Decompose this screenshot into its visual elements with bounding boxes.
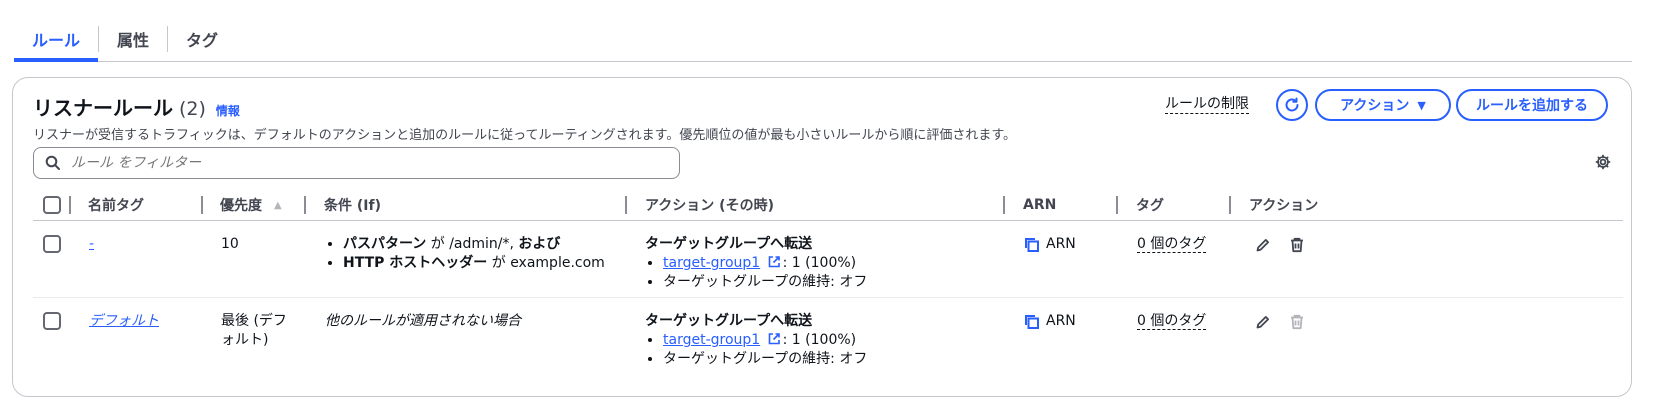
copy-arn-button[interactable]: ARN [1024, 312, 1076, 331]
edit-icon[interactable] [1255, 314, 1271, 330]
copy-icon [1025, 237, 1039, 252]
row-checkbox[interactable] [43, 312, 61, 330]
stickiness-item: ターゲットグループの維持: オフ [663, 350, 867, 369]
panel-header: リスナールール (2) 情報 [33, 92, 240, 121]
action-cell: ターゲットグループへ転送 target-group1 : 1 (100%) ター… [645, 312, 867, 369]
refresh-icon [1285, 97, 1299, 112]
tags-popover-trigger[interactable]: 0 個のタグ [1137, 236, 1207, 253]
sort-ascending-icon: ▲ [274, 199, 282, 211]
row-checkbox[interactable] [43, 235, 61, 253]
column-header-actions: アクション [1249, 198, 1319, 214]
column-divider[interactable] [1116, 196, 1118, 214]
arn-label: ARN [1046, 236, 1076, 252]
priority-line: 最後 (デフ [221, 313, 287, 329]
condition-text: 他のルールが適用されない場合 [325, 313, 521, 329]
delete-icon [1289, 314, 1305, 330]
tab-tags[interactable]: タグ [168, 17, 236, 61]
add-rule-button-label: ルールを追加する [1476, 98, 1588, 114]
external-link-icon [768, 256, 780, 268]
edit-icon[interactable] [1255, 237, 1271, 253]
condition-key: HTTP ホストヘッダー [343, 255, 488, 271]
condition-conjunction: および [518, 236, 561, 252]
priority-header-label: 優先度 [220, 198, 262, 214]
search-icon [45, 155, 61, 171]
tags-popover-trigger[interactable]: 0 個のタグ [1137, 313, 1207, 330]
condition-key: パスパターン [343, 236, 427, 252]
condition-operator: が [430, 236, 445, 252]
table-row: デフォルト 最後 (デフ ォルト) 他のルールが適用されない場合 ターゲットグル… [33, 298, 1623, 374]
caret-down-icon: ▼ [1417, 98, 1426, 112]
column-header-name-tag[interactable]: 名前タグ [88, 190, 144, 220]
refresh-button[interactable] [1276, 89, 1308, 121]
column-header-arn[interactable]: ARN [1023, 190, 1056, 220]
condition-item: パスパターン が /admin/*, および [343, 235, 605, 254]
row-actions [1255, 314, 1305, 330]
column-divider[interactable] [1229, 196, 1231, 214]
select-all-checkbox[interactable] [43, 196, 61, 214]
row-select-cell [43, 312, 61, 330]
info-link[interactable]: 情報 [216, 102, 240, 119]
actions-button-label: アクション [1340, 98, 1410, 114]
panel-title: リスナールール [33, 96, 173, 120]
column-header-condition[interactable]: 条件 (If) [324, 190, 381, 220]
tab-bar: ルール 属性 タグ [14, 14, 1632, 62]
action-title: ターゲットグループへ転送 [645, 236, 813, 252]
select-all-cell [43, 190, 61, 220]
column-divider[interactable] [69, 196, 71, 214]
condition-value: /admin/*, [449, 236, 514, 252]
delete-icon[interactable] [1289, 237, 1305, 253]
stickiness-item: ターゲットグループの維持: オフ [663, 273, 867, 292]
action-target-item: target-group1 : 1 (100%) [663, 331, 867, 350]
arn-label: ARN [1046, 313, 1076, 329]
row-actions [1255, 237, 1305, 253]
filter-box [33, 147, 680, 179]
priority-value: 最後 (デフ ォルト) [221, 312, 287, 350]
priority-value: 10 [221, 236, 239, 252]
target-weight: : 1 (100%) [782, 255, 857, 271]
target-group-link[interactable]: target-group1 [663, 255, 760, 271]
condition-value: example.com [510, 255, 605, 271]
rule-name-link[interactable]: - [89, 236, 94, 252]
table-header: 名前タグ 優先度 ▲ 条件 (If) アクション (その時) ARN タグ アク… [33, 190, 1623, 221]
action-title: ターゲットグループへ転送 [645, 313, 813, 329]
column-divider[interactable] [625, 196, 627, 214]
target-weight: : 1 (100%) [782, 332, 857, 348]
column-header-action[interactable]: アクション (その時) [645, 190, 774, 220]
copy-icon [1025, 314, 1039, 329]
tab-rules[interactable]: ルール [14, 17, 99, 62]
condition-operator: が [491, 255, 506, 271]
column-header-priority[interactable]: 優先度 ▲ [220, 190, 282, 220]
tab-attributes[interactable]: 属性 [99, 17, 167, 61]
priority-line: ォルト) [221, 332, 269, 348]
rule-name-link[interactable]: デフォルト [89, 313, 159, 329]
column-divider[interactable] [304, 196, 306, 214]
action-cell: ターゲットグループへ転送 target-group1 : 1 (100%) ター… [645, 235, 867, 292]
condition-item: HTTP ホストヘッダー が example.com [343, 254, 605, 273]
target-group-link[interactable]: target-group1 [663, 332, 760, 348]
add-rule-button[interactable]: ルールを追加する [1456, 89, 1608, 121]
condition-cell: パスパターン が /admin/*, および HTTP ホストヘッダー が ex… [325, 235, 605, 273]
copy-arn-button[interactable]: ARN [1024, 235, 1076, 254]
column-divider[interactable] [201, 196, 203, 214]
rule-count: (2) [179, 98, 206, 120]
action-target-item: target-group1 : 1 (100%) [663, 254, 867, 273]
filter-input[interactable] [69, 154, 653, 172]
row-select-cell [43, 235, 61, 253]
column-header-tags[interactable]: タグ [1136, 190, 1164, 220]
listener-rules-panel: リスナールール (2) 情報 リスナーが受信するトラフィックは、デフォルトのアク… [12, 77, 1632, 397]
external-link-icon [768, 333, 780, 345]
panel-description: リスナーが受信するトラフィックは、デフォルトのアクションと追加のルールに従ってル… [33, 128, 1017, 143]
rule-limits-link[interactable]: ルールの制限 [1165, 95, 1249, 114]
gear-icon[interactable] [1595, 154, 1611, 174]
table-row: - 10 パスパターン が /admin/*, および HTTP ホストヘッダー… [33, 221, 1623, 298]
column-divider[interactable] [1003, 196, 1005, 214]
actions-dropdown-button[interactable]: アクション ▼ [1315, 89, 1451, 121]
